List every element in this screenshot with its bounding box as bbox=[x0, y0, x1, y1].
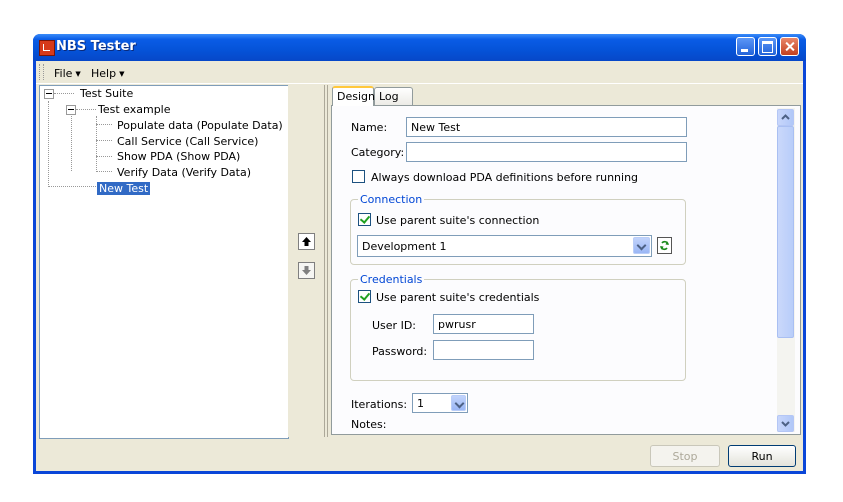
chevron-down-icon bbox=[781, 421, 790, 427]
scroll-thumb[interactable] bbox=[777, 126, 794, 338]
window-title: NBS Tester bbox=[56, 39, 136, 54]
use-parent-connection-checkbox[interactable] bbox=[358, 213, 371, 226]
iterations-label: Iterations: bbox=[351, 398, 408, 411]
menu-file-label: File bbox=[54, 67, 73, 80]
stop-button[interactable]: Stop bbox=[650, 445, 720, 467]
password-field[interactable] bbox=[433, 340, 534, 360]
move-down-icon bbox=[302, 266, 311, 275]
chevron-down-icon: ▼ bbox=[119, 70, 125, 78]
close-button[interactable] bbox=[780, 37, 799, 56]
tree-line bbox=[96, 116, 97, 172]
tree-line bbox=[54, 93, 74, 94]
app-icon[interactable] bbox=[39, 40, 55, 56]
always-download-label[interactable]: Always download PDA definitions before r… bbox=[371, 171, 638, 184]
menu-grip bbox=[39, 64, 44, 80]
use-parent-credentials-label[interactable]: Use parent suite's credentials bbox=[376, 291, 539, 304]
tree-node-selected[interactable]: New Test bbox=[97, 182, 151, 195]
category-label: Category: bbox=[351, 146, 405, 159]
tree-node-item[interactable]: Call Service (Call Service) bbox=[117, 135, 258, 148]
tree-line bbox=[71, 116, 72, 171]
tab-log[interactable]: Log bbox=[374, 87, 413, 105]
tree-line bbox=[96, 124, 112, 125]
test-tree[interactable]: Test Suite Test example Populate data (P… bbox=[39, 85, 289, 439]
spin-buttons[interactable] bbox=[451, 395, 466, 411]
tree-line bbox=[48, 186, 96, 187]
collapse-icon[interactable] bbox=[66, 105, 76, 115]
chevron-down-icon[interactable] bbox=[633, 237, 650, 254]
user-id-label: User ID: bbox=[372, 319, 416, 332]
password-label: Password: bbox=[372, 345, 428, 358]
move-down-button[interactable] bbox=[298, 262, 315, 279]
collapse-icon[interactable] bbox=[44, 89, 54, 99]
tree-line bbox=[48, 101, 49, 187]
credentials-title: Credentials bbox=[358, 273, 425, 286]
menu-help-label: Help bbox=[91, 67, 117, 80]
title-bar[interactable] bbox=[33, 34, 806, 61]
use-parent-connection-label[interactable]: Use parent suite's connection bbox=[376, 214, 539, 227]
user-id-field[interactable]: pwrusr bbox=[433, 314, 534, 334]
iterations-value: 1 bbox=[417, 397, 424, 410]
tree-node-item[interactable]: Verify Data (Verify Data) bbox=[117, 166, 251, 179]
menu-file[interactable]: File ▼ bbox=[54, 67, 81, 80]
move-up-button[interactable] bbox=[298, 233, 315, 250]
refresh-icon bbox=[660, 240, 669, 251]
scroll-up-button[interactable] bbox=[777, 109, 794, 126]
name-label: Name: bbox=[351, 121, 388, 134]
tree-node-group[interactable]: Test example bbox=[98, 103, 171, 116]
tree-node-root[interactable]: Test Suite bbox=[80, 87, 133, 100]
tree-line bbox=[96, 156, 112, 157]
move-up-icon bbox=[302, 237, 311, 246]
connection-select[interactable]: Development 1 bbox=[357, 235, 652, 257]
minimize-button[interactable] bbox=[736, 37, 755, 56]
chevron-down-icon: ▼ bbox=[75, 70, 81, 78]
name-field[interactable]: New Test bbox=[406, 117, 687, 137]
use-parent-credentials-checkbox[interactable] bbox=[358, 290, 371, 303]
tree-node-item[interactable]: Populate data (Populate Data) bbox=[117, 119, 283, 132]
reorder-strip bbox=[288, 85, 324, 437]
refresh-connections-button[interactable] bbox=[657, 237, 672, 254]
category-field[interactable] bbox=[406, 142, 687, 162]
maximize-button[interactable] bbox=[758, 37, 777, 56]
chevron-up-icon bbox=[781, 114, 790, 120]
tree-line bbox=[96, 140, 112, 141]
tree-line bbox=[96, 171, 112, 172]
notes-label: Notes: bbox=[351, 418, 387, 431]
run-button[interactable]: Run bbox=[728, 445, 796, 467]
tab-design[interactable]: Design bbox=[332, 86, 375, 106]
always-download-checkbox[interactable] bbox=[352, 170, 365, 183]
menu-bar bbox=[36, 61, 803, 84]
connection-selected: Development 1 bbox=[362, 240, 447, 253]
menu-help[interactable]: Help ▼ bbox=[91, 67, 124, 80]
tree-line bbox=[76, 109, 96, 110]
connection-title: Connection bbox=[358, 193, 425, 206]
tree-node-item[interactable]: Show PDA (Show PDA) bbox=[117, 150, 240, 163]
scroll-down-button[interactable] bbox=[777, 415, 794, 432]
